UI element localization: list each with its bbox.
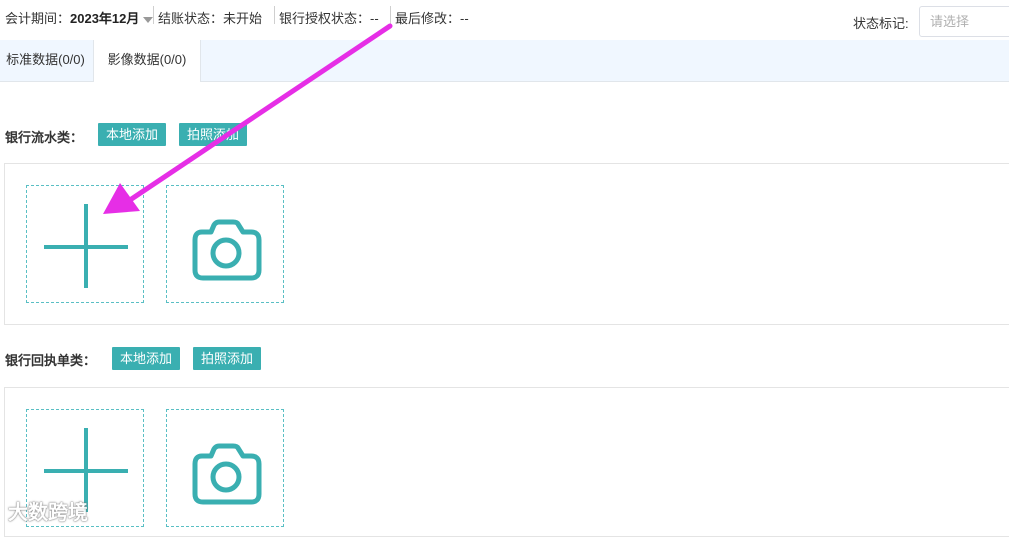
divider bbox=[153, 6, 154, 24]
upload-panel-bank-receipt bbox=[4, 387, 1009, 537]
tab-bar: 标准数据(0/0) 影像数据(0/0) bbox=[0, 40, 1009, 82]
section-title-bank-receipt: 银行回执单类： bbox=[5, 353, 97, 368]
upload-panel-bank-statement bbox=[4, 163, 1009, 325]
period-value: 2023年12月 bbox=[70, 11, 140, 26]
bank-auth-status: 银行授权状态：-- bbox=[279, 11, 379, 26]
local-add-button[interactable]: 本地添加 bbox=[98, 123, 167, 146]
camera-upload-tile[interactable] bbox=[166, 409, 284, 527]
caret-down-icon[interactable] bbox=[143, 16, 154, 23]
camera-icon bbox=[192, 443, 262, 505]
photo-add-button[interactable]: 拍照添加 bbox=[193, 347, 262, 370]
camera-icon bbox=[192, 219, 262, 281]
period-label: 会计期间： bbox=[5, 11, 71, 26]
section-title-bank-statement: 银行流水类： bbox=[5, 130, 84, 145]
close-status: 结账状态：未开始 bbox=[158, 11, 263, 26]
divider bbox=[274, 6, 275, 24]
camera-upload-tile[interactable] bbox=[166, 185, 284, 303]
top-bar: 会计期间：2023年12月 结账状态：未开始 银行授权状态：-- 最后修改：--… bbox=[0, 0, 1009, 37]
status-mark-label: 状态标记: bbox=[853, 16, 909, 31]
watermark-logo: 大数跨境 bbox=[8, 502, 88, 524]
local-add-button[interactable]: 本地添加 bbox=[112, 347, 181, 370]
tab-standard-data[interactable]: 标准数据(0/0) bbox=[0, 40, 92, 81]
divider bbox=[390, 6, 391, 24]
status-mark-select[interactable]: 请选择 bbox=[919, 6, 1009, 37]
add-upload-tile[interactable] bbox=[26, 185, 144, 303]
last-modified: 最后修改：-- bbox=[395, 11, 469, 26]
tab-image-data[interactable]: 影像数据(0/0) bbox=[93, 40, 201, 82]
plus-icon bbox=[44, 204, 128, 288]
accounting-period[interactable]: 会计期间：2023年12月 bbox=[5, 8, 154, 27]
photo-add-button[interactable]: 拍照添加 bbox=[179, 123, 248, 146]
